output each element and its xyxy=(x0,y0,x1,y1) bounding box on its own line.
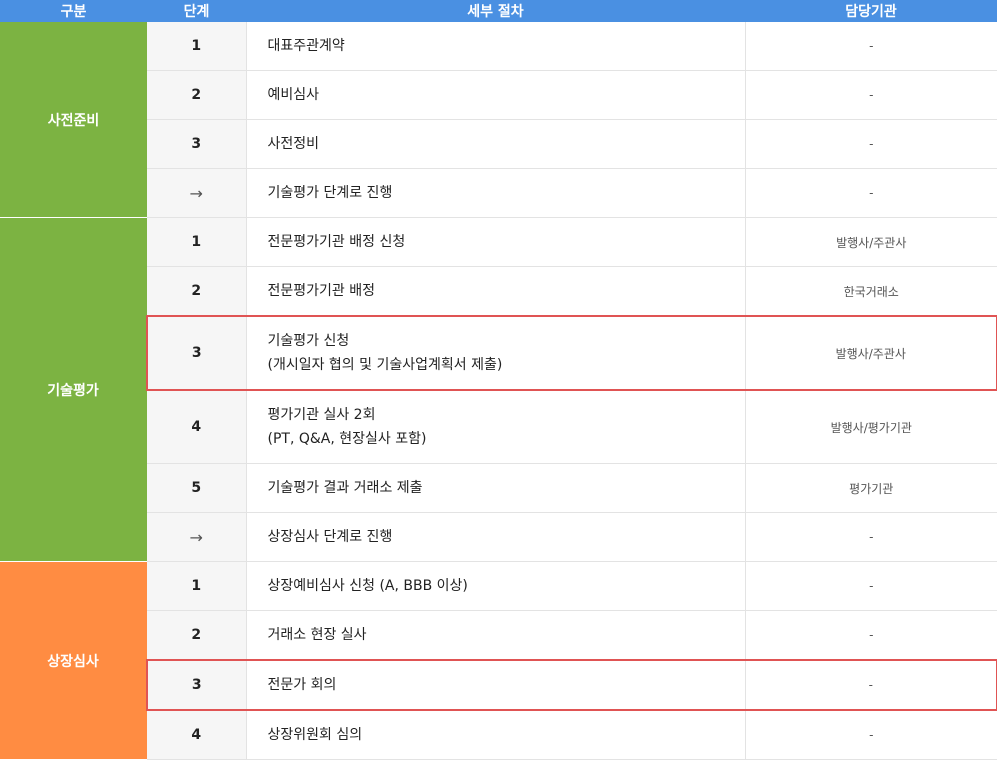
step-number: 3 xyxy=(146,315,247,391)
detail-line: 예비심사 xyxy=(267,87,320,103)
detail-line: 상장예비심사 신청 (A, BBB 이상) xyxy=(267,578,468,594)
step-detail: 예비심사 xyxy=(246,70,746,120)
step-org: - xyxy=(745,710,997,760)
table-row: 4 상장위원회 심의 - xyxy=(0,710,997,760)
table-row: 2 거래소 현장 실사 - xyxy=(0,610,997,661)
table-row-highlighted: 3 기술평가 신청 (개시일자 협의 및 기술사업계획서 제출) 발행사/주관사 xyxy=(0,315,997,391)
step-number: 2 xyxy=(147,70,247,120)
stage-label-listing-review: 상장심사 xyxy=(0,561,147,760)
header-detail: 세부 절차 xyxy=(246,0,745,22)
detail-line: 기술평가 결과 거래소 제출 xyxy=(267,480,423,496)
detail-line: 상장위원회 심의 xyxy=(267,727,363,743)
header-step: 단계 xyxy=(147,0,246,22)
step-org: 발행사/평가기관 xyxy=(745,390,997,464)
step-detail: 기술평가 결과 거래소 제출 xyxy=(246,463,746,513)
step-number: 3 xyxy=(146,659,247,711)
detail-line: 평가기관 실사 2회 xyxy=(267,407,376,423)
detail-line: (PT, Q&A, 현장실사 포함) xyxy=(267,431,427,447)
detail-line: (개시일자 협의 및 기술사업계획서 제출) xyxy=(267,357,503,373)
table-row: → 기술평가 단계로 진행 - xyxy=(0,168,997,218)
step-org: - xyxy=(745,561,997,611)
stage-label-prep: 사전준비 xyxy=(0,22,147,218)
step-org: 평가기관 xyxy=(745,463,997,513)
stage-label-tech-eval: 기술평가 xyxy=(0,217,147,562)
step-detail: 전문평가기관 배정 신청 xyxy=(246,217,746,267)
table-row: 상장심사 1 상장예비심사 신청 (A, BBB 이상) - xyxy=(0,561,997,760)
table-row: 4 평가기관 실사 2회 (PT, Q&A, 현장실사 포함) 발행사/평가기관 xyxy=(0,390,997,464)
arrow-right-icon: → xyxy=(147,168,247,218)
step-org: - xyxy=(745,168,997,218)
step-number: 2 xyxy=(147,610,247,661)
header-category: 구분 xyxy=(0,0,147,22)
detail-line: 거래소 현장 실사 xyxy=(267,627,367,643)
detail-line: 전문평가기관 배정 xyxy=(267,283,376,299)
step-detail: 기술평가 신청 (개시일자 협의 및 기술사업계획서 제출) xyxy=(246,315,746,391)
step-detail: 전문가 회의 xyxy=(246,659,746,711)
step-org: 발행사/주관사 xyxy=(745,315,997,391)
step-detail: 전문평가기관 배정 xyxy=(246,266,746,317)
step-number: 4 xyxy=(147,710,247,760)
detail-line: 기술평가 신청 xyxy=(267,333,350,349)
step-detail: 평가기관 실사 2회 (PT, Q&A, 현장실사 포함) xyxy=(246,390,746,464)
table-header-row: 구분 단계 세부 절차 담당기관 xyxy=(0,0,997,22)
step-org: - xyxy=(745,70,997,120)
table-row: 기술평가 1 전문평가기관 배정 신청 발행사/주관사 xyxy=(0,217,997,562)
step-detail: 사전정비 xyxy=(246,119,746,169)
step-detail: 상장예비심사 신청 (A, BBB 이상) xyxy=(246,561,746,611)
step-number: 3 xyxy=(147,119,247,169)
table-row: 2 전문평가기관 배정 한국거래소 xyxy=(0,266,997,317)
step-detail: 기술평가 단계로 진행 xyxy=(246,168,746,218)
arrow-right-icon: → xyxy=(147,512,247,562)
step-detail: 대표주관계약 xyxy=(246,22,746,71)
step-detail: 상장위원회 심의 xyxy=(246,710,746,760)
table-row: 3 사전정비 - xyxy=(0,119,997,169)
detail-line: 전문평가기관 배정 신청 xyxy=(267,234,406,250)
step-number: 5 xyxy=(147,463,247,513)
step-number: 1 xyxy=(147,217,247,267)
detail-line: 전문가 회의 xyxy=(267,677,337,693)
step-org: - xyxy=(745,610,997,661)
step-number: 2 xyxy=(147,266,247,317)
step-org: - xyxy=(745,659,997,711)
step-org: - xyxy=(745,512,997,562)
step-org: - xyxy=(745,119,997,169)
step-number: 4 xyxy=(147,390,247,464)
step-detail: 거래소 현장 실사 xyxy=(246,610,746,661)
step-number: 1 xyxy=(147,22,247,71)
step-detail: 상장심사 단계로 진행 xyxy=(246,512,746,562)
procedure-table: 구분 단계 세부 절차 담당기관 사전준비 1 대표주관계약 - 2 예비심사 … xyxy=(0,0,997,760)
step-org: 발행사/주관사 xyxy=(745,217,997,267)
detail-line: 상장심사 단계로 진행 xyxy=(267,529,393,545)
header-org: 담당기관 xyxy=(745,0,997,22)
step-org: - xyxy=(745,22,997,71)
table-row: 5 기술평가 결과 거래소 제출 평가기관 xyxy=(0,463,997,513)
table-row: 사전준비 1 대표주관계약 - xyxy=(0,22,997,218)
step-number: 1 xyxy=(147,561,247,611)
table-row-highlighted: 3 전문가 회의 - xyxy=(0,659,997,711)
table-row: → 상장심사 단계로 진행 - xyxy=(0,512,997,562)
detail-line: 사전정비 xyxy=(267,136,320,152)
table-row: 2 예비심사 - xyxy=(0,70,997,120)
step-org: 한국거래소 xyxy=(745,266,997,317)
detail-line: 대표주관계약 xyxy=(267,38,345,54)
detail-line: 기술평가 단계로 진행 xyxy=(267,185,393,201)
